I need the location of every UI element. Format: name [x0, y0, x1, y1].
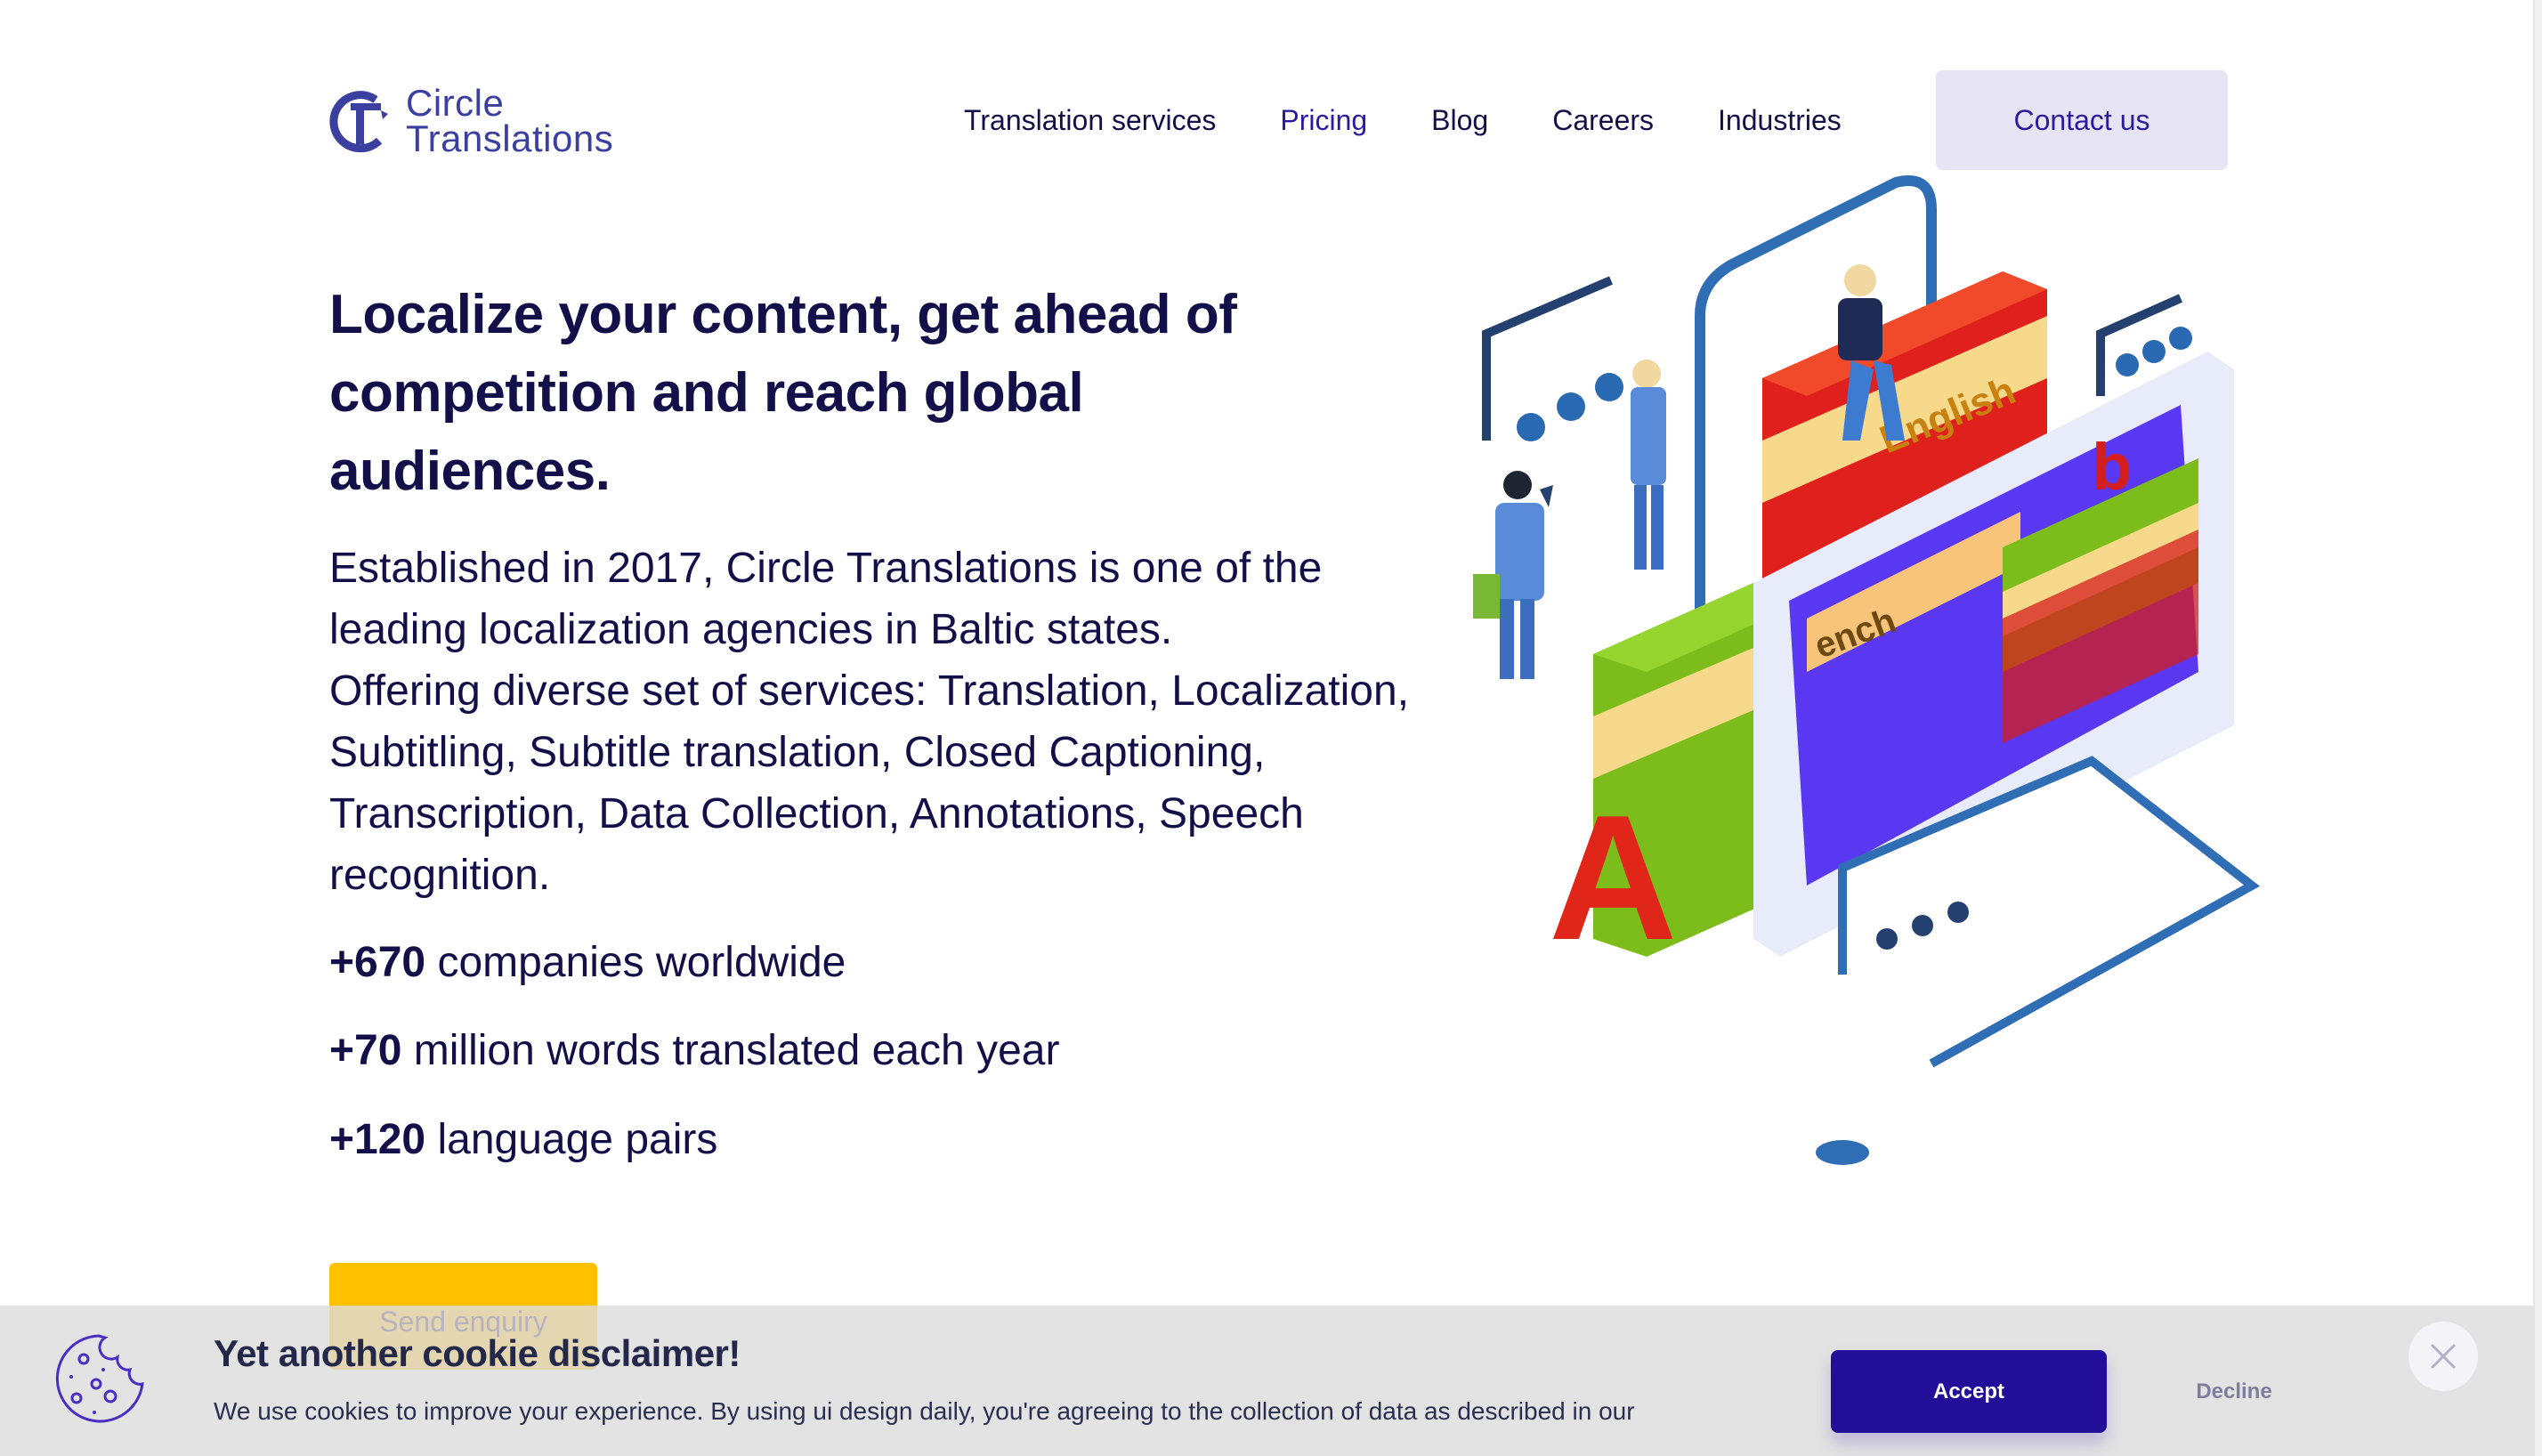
cookie-decline-button[interactable]: Decline: [2154, 1350, 2314, 1433]
main-nav: Translation services Pricing Blog Career…: [964, 69, 1906, 171]
person-standing-icon: [1631, 360, 1666, 570]
close-icon: [2431, 1344, 2456, 1369]
logo-text-line2: Translations: [406, 117, 614, 159]
hero-description-line: Established in 2017, Circle Translations…: [329, 545, 1323, 592]
stat-label: companies worldwide: [437, 939, 846, 986]
page-scrollbar[interactable]: [2533, 0, 2542, 1456]
nav-translation-services[interactable]: Translation services: [964, 104, 1216, 137]
logo-text: Circle Translations: [406, 82, 614, 159]
stat-value: +670: [329, 939, 426, 986]
hero-description-line: Offering diverse set of services: Transl…: [329, 667, 1410, 715]
hero-title: Localize your content, get ahead of comp…: [329, 284, 1237, 502]
hero-illustration: English ench b A: [1473, 175, 2261, 1165]
stat-label: million words translated each year: [413, 1027, 1060, 1074]
nav-careers[interactable]: Careers: [1552, 104, 1654, 137]
hero-description-line: Subtitling, Subtitle translation, Closed…: [329, 729, 1266, 776]
hero-description-line: recognition.: [329, 852, 551, 899]
stat-language-pairs: +120 language pairs: [329, 1115, 717, 1164]
cookie-text: We use cookies to improve your experienc…: [214, 1397, 1635, 1425]
person-with-bag-icon: [1473, 471, 1544, 679]
cookie-close-button[interactable]: [2408, 1322, 2478, 1391]
logo-text-line1: Circle: [406, 82, 505, 124]
letter-b: b: [2092, 430, 2132, 504]
stat-value: +70: [329, 1027, 402, 1074]
letter-a: A: [1549, 779, 1677, 977]
nav-pricing[interactable]: Pricing: [1280, 104, 1367, 137]
stat-value: +120: [329, 1116, 426, 1163]
logo-mark-icon: [329, 91, 388, 153]
hero-description: Established in 2017, Circle Translations…: [329, 538, 1486, 906]
stat-words: +70 million words translated each year: [329, 1026, 1059, 1075]
cookie-title: Yet another cookie disclaimer!: [214, 1332, 741, 1374]
cookie-icon: [55, 1334, 144, 1423]
stat-companies: +670 companies worldwide: [329, 938, 846, 987]
logo[interactable]: Circle Translations: [329, 82, 614, 159]
contact-us-button[interactable]: Contact us: [1936, 70, 2228, 170]
nav-blog[interactable]: Blog: [1431, 104, 1488, 137]
cookie-accept-button[interactable]: Accept: [1831, 1350, 2107, 1433]
stat-label: language pairs: [437, 1116, 718, 1163]
chat-bubble-left-icon: [1482, 276, 1623, 507]
hero-description-line: leading localization agencies in Baltic …: [329, 606, 1173, 653]
hero-description-line: Transcription, Data Collection, Annotati…: [329, 790, 1304, 837]
nav-industries[interactable]: Industries: [1718, 104, 1842, 137]
